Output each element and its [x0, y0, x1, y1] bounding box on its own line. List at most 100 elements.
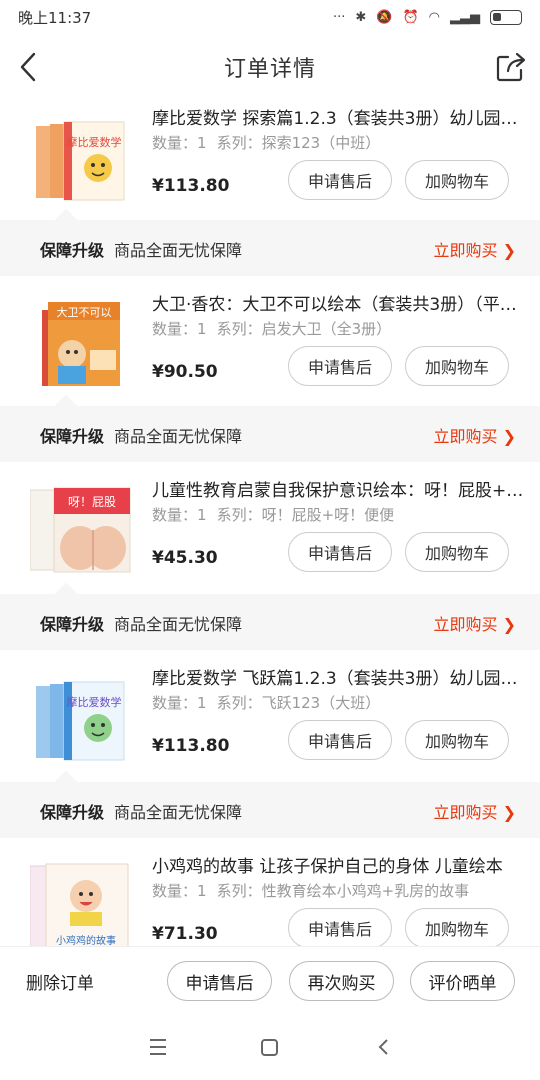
guarantee-label: 保障升级	[40, 803, 105, 822]
buy-now-link[interactable]: 立即购买 ❯	[434, 237, 517, 261]
buy-now-link[interactable]: 立即购买 ❯	[434, 799, 517, 823]
add-to-cart-button[interactable]: 加购物车	[405, 346, 509, 386]
guarantee-row: 保障升级 商品全面无忧保障 立即购买 ❯	[0, 208, 540, 276]
book-cover-image: 呀！屁股	[30, 487, 131, 573]
buy-now-link[interactable]: 立即购买 ❯	[434, 423, 517, 447]
qty-label: 数量：	[152, 506, 198, 524]
cover-text: 摩比爱数学	[67, 135, 122, 149]
system-nav-bar	[0, 1014, 540, 1080]
item-title[interactable]: 摩比爱数学 探索篇1.2.3（套装共3册）幼儿园中班	[152, 104, 524, 129]
guarantee-desc: 商品全面无忧保障	[114, 615, 243, 634]
item-title[interactable]: 小鸡鸡的故事 让孩子保护自己的身体 儿童绘本	[152, 852, 524, 877]
apply-after-sale-button[interactable]: 申请售后	[288, 346, 392, 386]
guarantee-label: 保障升级	[40, 615, 105, 634]
back-icon[interactable]	[14, 50, 44, 84]
share-icon[interactable]	[494, 50, 528, 84]
qty-label: 数量：	[152, 320, 198, 338]
add-to-cart-button[interactable]: 加购物车	[405, 908, 509, 946]
order-item-list[interactable]: 摩比爱数学 摩比爱数学 探索篇1.2.3（套装共3册）幼儿园中班 数量：1 系列：…	[0, 100, 540, 946]
series-label: 系列：	[216, 882, 262, 900]
apply-after-sale-button[interactable]: 申请售后	[288, 532, 392, 572]
item-meta: 数量：1 系列：呀！屁股+呀！便便	[152, 504, 394, 525]
menu-icon[interactable]	[150, 1039, 166, 1055]
rebuy-button[interactable]: 再次购买	[289, 961, 394, 1001]
status-time: 晚上11:37	[18, 8, 92, 27]
series-value: 性教育绘本小鸡鸡+乳房的故事	[261, 882, 470, 900]
buy-now-link[interactable]: 立即购买 ❯	[434, 611, 517, 635]
order-item[interactable]: 大卫不可以 大卫·香农：大卫不可以绘本（套装共3册）（平装） 数量：1 系列：启发…	[0, 286, 540, 406]
item-price: ¥71.30	[152, 924, 218, 944]
cover-text: 小鸡鸡的故事	[56, 934, 116, 946]
guarantee-row: 保障升级 商品全面无忧保障 立即购买 ❯	[0, 770, 540, 838]
series-value: 飞跃123（大班）	[261, 694, 381, 712]
order-item[interactable]: 呀！屁股 儿童性教育启蒙自我保护意识绘本：呀！屁股+呀！便便 数量：1 系列：呀！…	[0, 472, 540, 592]
item-price: ¥90.50	[152, 362, 218, 382]
apply-after-sale-button[interactable]: 申请售后	[288, 908, 392, 946]
qty-value: 1	[197, 694, 207, 712]
book-cover-image: 摩比爱数学	[36, 121, 125, 201]
cover-text: 大卫不可以	[57, 305, 112, 319]
item-price: ¥45.30	[152, 548, 218, 568]
item-title[interactable]: 儿童性教育启蒙自我保护意识绘本：呀！屁股+呀！便便	[152, 476, 524, 501]
qty-value: 1	[197, 320, 207, 338]
signal-icon: ▂▃▅	[450, 9, 480, 25]
series-label: 系列：	[216, 506, 262, 524]
item-price: ¥113.80	[152, 176, 230, 196]
qty-label: 数量：	[152, 694, 198, 712]
series-label: 系列：	[216, 320, 262, 338]
guarantee-label: 保障升级	[40, 427, 105, 446]
guarantee-row: 保障升级 商品全面无忧保障 立即购买 ❯	[0, 394, 540, 462]
navbar: 订单详情	[0, 34, 540, 100]
guarantee-label: 保障升级	[40, 241, 105, 260]
order-item[interactable]: 小鸡鸡的故事 小鸡鸡的故事 让孩子保护自己的身体 儿童绘本 数量：1 系列：性教育…	[0, 848, 540, 946]
home-icon[interactable]	[261, 1039, 278, 1056]
alarm-icon: ⏰	[402, 9, 419, 25]
series-label: 系列：	[216, 694, 262, 712]
order-item[interactable]: 摩比爱数学 摩比爱数学 飞跃篇1.2.3（套装共3册）幼儿园大班 数量：1 系列：…	[0, 660, 540, 780]
delete-order-button[interactable]: 删除订单	[26, 969, 94, 994]
wifi-icon: ◠	[428, 9, 440, 25]
mute-icon: 🔕	[376, 9, 393, 25]
bluetooth-icon: ✱	[355, 9, 367, 25]
item-meta: 数量：1 系列：性教育绘本小鸡鸡+乳房的故事	[152, 880, 469, 901]
order-item[interactable]: 摩比爱数学 摩比爱数学 探索篇1.2.3（套装共3册）幼儿园中班 数量：1 系列：…	[0, 100, 540, 220]
add-to-cart-button[interactable]: 加购物车	[405, 160, 509, 200]
apply-after-sale-button[interactable]: 申请售后	[288, 720, 392, 760]
qty-value: 1	[197, 506, 207, 524]
guarantee-desc: 商品全面无忧保障	[114, 803, 243, 822]
series-value: 探索123（中班）	[261, 134, 381, 152]
guarantee-row: 保障升级 商品全面无忧保障 立即购买 ❯	[0, 582, 540, 650]
item-meta: 数量：1 系列：飞跃123（大班）	[152, 692, 380, 713]
review-button[interactable]: 评价晒单	[410, 961, 515, 1001]
series-value: 启发大卫（全3册）	[261, 320, 392, 338]
qty-label: 数量：	[152, 882, 198, 900]
after-sale-button[interactable]: 申请售后	[167, 961, 272, 1001]
battery-icon	[490, 9, 522, 25]
page-title: 订单详情	[223, 57, 316, 82]
qty-value: 1	[197, 134, 207, 152]
cover-text: 摩比爱数学	[67, 695, 122, 709]
book-cover-image: 摩比爱数学	[36, 681, 125, 761]
qty-label: 数量：	[152, 134, 198, 152]
book-cover-image: 小鸡鸡的故事	[30, 863, 129, 946]
item-meta: 数量：1 系列：启发大卫（全3册）	[152, 318, 391, 339]
add-to-cart-button[interactable]: 加购物车	[405, 532, 509, 572]
guarantee-desc: 商品全面无忧保障	[114, 427, 243, 446]
apply-after-sale-button[interactable]: 申请售后	[288, 160, 392, 200]
system-back-icon[interactable]	[378, 1039, 388, 1055]
status-bar: 晚上11:37 ··· ✱ 🔕 ⏰ ◠ ▂▃▅	[0, 0, 540, 34]
status-icons: ··· ✱ 🔕 ⏰ ◠ ▂▃▅	[332, 9, 522, 25]
dots-icon: ···	[332, 9, 346, 25]
add-to-cart-button[interactable]: 加购物车	[405, 720, 509, 760]
system-nav-icons	[150, 1039, 388, 1056]
series-label: 系列：	[216, 134, 262, 152]
series-value: 呀！屁股+呀！便便	[261, 506, 395, 524]
item-meta: 数量：1 系列：探索123（中班）	[152, 132, 380, 153]
item-title[interactable]: 摩比爱数学 飞跃篇1.2.3（套装共3册）幼儿园大班	[152, 664, 524, 689]
item-price: ¥113.80	[152, 736, 230, 756]
book-cover-image: 大卫不可以	[42, 302, 120, 386]
guarantee-desc: 商品全面无忧保障	[114, 241, 243, 260]
item-title[interactable]: 大卫·香农：大卫不可以绘本（套装共3册）（平装）	[152, 290, 524, 315]
qty-value: 1	[197, 882, 207, 900]
cover-text: 呀！屁股	[68, 495, 116, 509]
